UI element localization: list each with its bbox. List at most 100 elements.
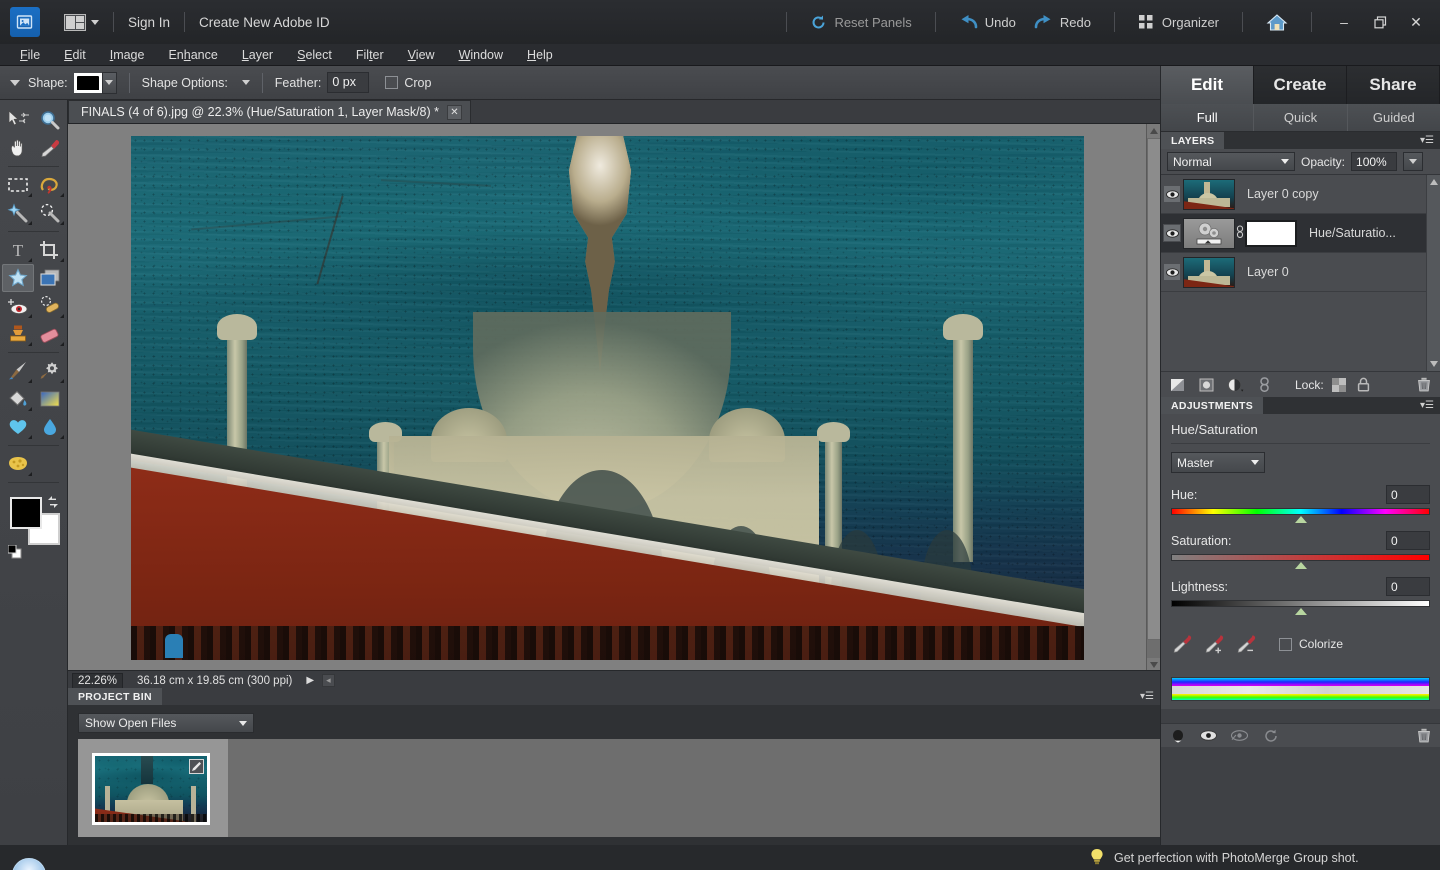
layers-list[interactable]: Layer 0 copy Hue/Saturatio... Layer 0 — [1161, 175, 1440, 371]
new-fill-layer-button[interactable] — [1198, 376, 1215, 393]
menu-enhance[interactable]: Enhance — [156, 44, 229, 66]
healing-brush-tool[interactable] — [34, 292, 66, 320]
custom-shape-tool[interactable] — [2, 413, 34, 441]
eyedropper-tool[interactable] — [34, 134, 66, 162]
subtab-quick[interactable]: Quick — [1254, 104, 1348, 131]
rectangular-marquee-tool[interactable] — [2, 171, 34, 199]
redo-button[interactable]: Redo — [1034, 14, 1091, 30]
delete-adjustment-icon[interactable] — [1415, 727, 1432, 744]
undo-button[interactable]: Undo — [959, 14, 1016, 30]
blend-mode-dropdown[interactable]: Normal — [1167, 152, 1295, 171]
sponge-tool[interactable] — [2, 450, 34, 478]
adjustment-layer-thumbnail[interactable] — [1183, 217, 1235, 249]
link-layers-button[interactable] — [1256, 376, 1273, 393]
sign-in-link[interactable]: Sign In — [128, 15, 170, 30]
mask-link-icon[interactable] — [1235, 224, 1245, 242]
swap-colors-icon[interactable] — [46, 495, 60, 512]
colorize-option[interactable]: Colorize — [1279, 637, 1343, 651]
brush-tool[interactable] — [2, 357, 34, 385]
close-button[interactable]: ✕ — [1398, 7, 1434, 37]
layout-switcher-button[interactable] — [64, 13, 99, 31]
subtab-guided[interactable]: Guided — [1348, 104, 1440, 131]
crop-checkbox[interactable] — [385, 76, 399, 89]
organizer-button[interactable]: Organizer — [1138, 14, 1219, 30]
menu-layer[interactable]: Layer — [230, 44, 285, 66]
create-adobe-id-link[interactable]: Create New Adobe ID — [199, 15, 330, 30]
vertical-scroll-thumb[interactable] — [1147, 138, 1161, 640]
preview-previous-state-icon[interactable] — [1231, 727, 1248, 744]
delete-layer-button[interactable] — [1415, 376, 1432, 393]
scroll-up-arrow-icon[interactable] — [1147, 124, 1161, 138]
subtab-full[interactable]: Full — [1161, 104, 1255, 131]
blur-tool[interactable] — [34, 413, 66, 441]
project-bin-slot[interactable] — [78, 739, 228, 837]
menu-edit[interactable]: Edit — [52, 44, 98, 66]
image-canvas[interactable] — [131, 136, 1084, 660]
project-bin-filter-dropdown[interactable]: Show Open Files — [78, 713, 254, 733]
hue-value-input[interactable]: 0 — [1386, 485, 1430, 504]
lock-all-icon[interactable] — [1355, 376, 1372, 393]
eye-icon[interactable] — [1163, 224, 1181, 242]
menu-view[interactable]: View — [396, 44, 447, 66]
layer-name[interactable]: Layer 0 copy — [1247, 187, 1319, 201]
eye-icon[interactable] — [1163, 263, 1181, 281]
layer-name[interactable]: Layer 0 — [1247, 265, 1289, 279]
menu-window[interactable]: Window — [447, 44, 515, 66]
home-button[interactable] — [1266, 13, 1288, 32]
layer-visibility-cell[interactable] — [1161, 263, 1183, 281]
restore-button[interactable] — [1362, 7, 1398, 37]
eyedropper-subtract-icon[interactable] — [1235, 633, 1257, 655]
lightness-slider-thumb[interactable] — [1294, 608, 1307, 615]
hue-slider-track[interactable] — [1171, 508, 1430, 523]
foreground-color-swatch[interactable] — [9, 497, 42, 529]
project-bin-thumbnail[interactable] — [92, 753, 210, 825]
table-row[interactable]: Layer 0 — [1161, 253, 1440, 292]
layer-thumbnail[interactable] — [1183, 178, 1235, 210]
red-eye-removal-tool[interactable] — [2, 292, 34, 320]
layer-name[interactable]: Hue/Saturatio... — [1309, 226, 1396, 240]
tab-edit[interactable]: Edit — [1161, 66, 1254, 104]
canvas-viewport[interactable] — [68, 124, 1161, 672]
reset-panels-button[interactable]: Reset Panels — [810, 14, 912, 31]
type-tool[interactable]: T — [2, 236, 34, 264]
layers-scrollbar[interactable] — [1426, 175, 1440, 371]
eyedropper-sample-icon[interactable] — [1171, 633, 1193, 655]
smart-brush-tool[interactable] — [34, 357, 66, 385]
document-tab[interactable]: FINALS (4 of 6).jpg @ 22.3% (Hue/Saturat… — [68, 100, 471, 123]
scroll-down-arrow-icon[interactable] — [1427, 357, 1440, 371]
left-arrow-icon[interactable]: ◂ — [322, 674, 335, 687]
toggle-visibility-icon[interactable] — [1200, 727, 1217, 744]
lock-transparency-icon[interactable] — [1331, 376, 1348, 393]
recompose-tool[interactable] — [34, 264, 66, 292]
opacity-input[interactable]: 100% — [1351, 152, 1398, 171]
panel-menu-icon[interactable]: ▾☰ — [1420, 400, 1434, 411]
new-adjustment-layer-button[interactable] — [1227, 376, 1244, 393]
eye-icon[interactable] — [1163, 185, 1181, 203]
gradient-tool[interactable] — [34, 385, 66, 413]
colorize-checkbox[interactable] — [1279, 637, 1292, 651]
shape-picker-dropdown[interactable] — [101, 71, 117, 94]
zoom-tool[interactable] — [34, 106, 66, 134]
saturation-slider-track[interactable] — [1171, 554, 1430, 569]
tab-create[interactable]: Create — [1254, 66, 1347, 104]
scroll-up-arrow-icon[interactable] — [1427, 175, 1440, 189]
menu-image[interactable]: Image — [98, 44, 157, 66]
zoom-level-input[interactable]: 22.26% — [72, 672, 124, 689]
shape-options-dropdown[interactable]: Shape Options: — [142, 76, 250, 90]
opacity-slider-dropdown[interactable] — [1403, 152, 1424, 171]
tab-share[interactable]: Share — [1347, 66, 1440, 104]
options-expand-icon[interactable] — [10, 79, 20, 86]
magic-wand-tool[interactable] — [2, 199, 34, 227]
eraser-tool[interactable] — [34, 320, 66, 348]
cookie-cutter-shape-tool[interactable] — [1, 264, 34, 292]
layer-visibility-cell[interactable] — [1161, 185, 1183, 203]
quick-selection-tool[interactable] — [34, 199, 66, 227]
lightness-value-input[interactable]: 0 — [1386, 577, 1430, 596]
lightness-slider-track[interactable] — [1171, 600, 1430, 615]
clip-to-layer-icon[interactable] — [1169, 727, 1186, 744]
menu-select[interactable]: Select — [285, 44, 344, 66]
new-layer-button[interactable] — [1169, 376, 1186, 393]
hue-slider-thumb[interactable] — [1294, 516, 1307, 523]
hand-tool[interactable] — [2, 134, 34, 162]
clone-stamp-tool[interactable] — [2, 320, 34, 348]
